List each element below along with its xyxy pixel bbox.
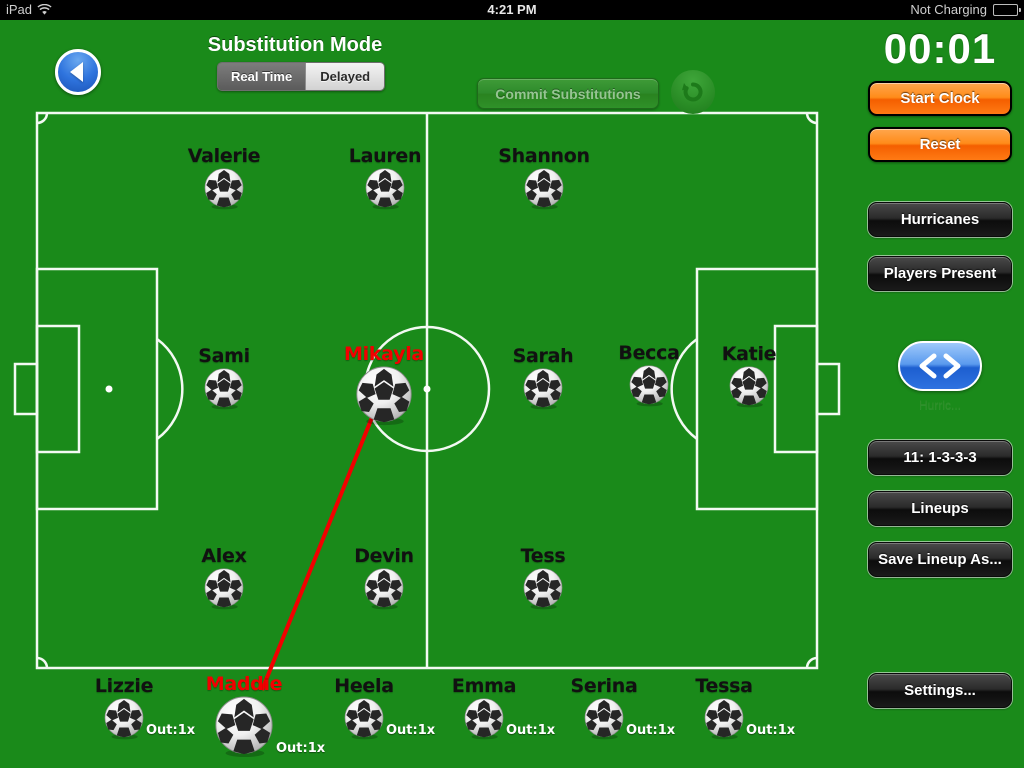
player-name-label: Alex: [201, 545, 247, 567]
soccer-field[interactable]: Valerie Lauren Shannon Sami Mikayla Sara…: [0, 106, 855, 768]
player-name-label: Serina: [570, 675, 638, 697]
field-player-token[interactable]: Shannon: [484, 146, 604, 215]
swap-caption-label: Hurric...: [919, 398, 961, 412]
player-name-label: Mikayla: [344, 343, 424, 365]
field-player-token[interactable]: Devin: [324, 546, 444, 615]
player-name-label: Valerie: [187, 145, 261, 167]
page-title: Substitution Mode: [207, 34, 383, 56]
field-player-token[interactable]: Lauren: [325, 146, 445, 215]
player-ball[interactable]: [203, 368, 245, 410]
soccer-ball-icon: [464, 698, 504, 740]
player-ball[interactable]: [364, 168, 406, 210]
player-ball[interactable]: [522, 368, 564, 410]
player-name-label: Katie: [721, 343, 777, 365]
segment-real-time[interactable]: Real Time: [218, 63, 306, 90]
player-ball[interactable]: [354, 366, 414, 426]
bench-player-token[interactable]: Tessa Out:1x: [664, 675, 795, 745]
field-player-token[interactable]: Sarah: [483, 346, 603, 415]
player-ball[interactable]: [203, 168, 245, 210]
field-player-token[interactable]: Mikayla: [324, 344, 444, 431]
soccer-ball-icon: [364, 568, 404, 610]
player-ball[interactable]: Out:1x: [213, 696, 325, 758]
team-name-button[interactable]: Hurricanes: [868, 202, 1012, 237]
player-ball[interactable]: Out:1x: [103, 698, 195, 740]
player-name-label: Sami: [198, 345, 250, 367]
out-count-label: Out:1x: [746, 723, 796, 738]
player-name-label: Lizzie: [94, 675, 154, 697]
player-name-label: Heela: [334, 675, 394, 697]
soccer-ball-icon: [524, 168, 564, 210]
soccer-ball-icon: [729, 366, 769, 408]
reset-button[interactable]: Reset: [868, 127, 1012, 162]
status-bar-right: Not Charging: [910, 0, 1021, 20]
player-ball[interactable]: Out:1x: [703, 698, 795, 740]
player-name-label: Maddie: [205, 673, 283, 695]
segment-delayed[interactable]: Delayed: [305, 63, 385, 90]
game-clock: 00:01: [883, 25, 997, 72]
left-right-arrows-icon: [919, 353, 961, 379]
bench-player-token[interactable]: Lizzie Out:1x: [64, 675, 195, 745]
soccer-ball-icon: [215, 696, 273, 758]
battery-status-label: Not Charging: [910, 2, 987, 17]
player-name-label: Lauren: [348, 145, 422, 167]
soccer-ball-icon: [344, 698, 384, 740]
player-name-label: Devin: [354, 545, 414, 567]
settings-button[interactable]: Settings...: [868, 673, 1012, 708]
field-player-token[interactable]: Tess: [483, 546, 603, 615]
player-name-label: Shannon: [498, 145, 590, 167]
substitution-mode-segmented-control[interactable]: Real Time Delayed: [217, 62, 386, 91]
player-ball[interactable]: [203, 568, 245, 610]
soccer-ball-icon: [204, 568, 244, 610]
bench-player-token[interactable]: Heela Out:1x: [304, 675, 435, 745]
save-lineup-as-button[interactable]: Save Lineup As...: [868, 542, 1012, 577]
status-bar-clock: 4:21 PM: [487, 2, 537, 17]
player-name-label: Sarah: [512, 345, 574, 367]
bench-player-token[interactable]: Maddie Out:1x: [184, 673, 325, 763]
undo-arrow-icon: [682, 82, 703, 102]
soccer-ball-icon: [356, 366, 412, 426]
undo-button[interactable]: [671, 70, 715, 114]
back-chevron-icon: [69, 62, 83, 82]
swap-sides-button[interactable]: [898, 341, 982, 391]
bench-player-token[interactable]: Serina Out:1x: [544, 675, 675, 745]
player-ball[interactable]: [363, 568, 405, 610]
soccer-ball-icon: [629, 365, 669, 407]
player-ball[interactable]: Out:1x: [343, 698, 435, 740]
bench-player-token[interactable]: Emma Out:1x: [424, 675, 555, 745]
field-player-token[interactable]: Katie: [689, 344, 809, 413]
formation-button[interactable]: 11: 1-3-3-3: [868, 440, 1012, 475]
player-name-label: Tess: [520, 545, 566, 567]
soccer-ball-icon: [704, 698, 744, 740]
soccer-ball-icon: [104, 698, 144, 740]
back-button[interactable]: [55, 49, 101, 95]
players-present-button[interactable]: Players Present: [868, 256, 1012, 291]
player-name-label: Tessa: [695, 675, 753, 697]
soccer-ball-icon: [204, 368, 244, 410]
player-ball[interactable]: [522, 568, 564, 610]
soccer-ball-icon: [204, 168, 244, 210]
player-ball[interactable]: Out:1x: [463, 698, 555, 740]
player-ball[interactable]: [523, 168, 565, 210]
soccer-ball-icon: [523, 368, 563, 410]
soccer-ball-icon: [523, 568, 563, 610]
field-player-token[interactable]: Valerie: [164, 146, 284, 215]
player-ball[interactable]: [628, 365, 670, 407]
start-clock-button[interactable]: Start Clock: [868, 81, 1012, 116]
battery-icon: [993, 4, 1021, 16]
soccer-ball-icon: [584, 698, 624, 740]
soccer-ball-icon: [365, 168, 405, 210]
field-player-token[interactable]: Alex: [164, 546, 284, 615]
player-ball[interactable]: [728, 366, 770, 408]
lineups-button[interactable]: Lineups: [868, 491, 1012, 526]
player-name-label: Emma: [451, 675, 517, 697]
commit-substitutions-button[interactable]: Commit Substitutions: [477, 78, 659, 109]
ios-status-bar: iPad 4:21 PM Not Charging: [0, 0, 1024, 20]
app-root: iPad 4:21 PM Not Charging Valerie Lauren…: [0, 0, 1024, 768]
player-ball[interactable]: Out:1x: [583, 698, 675, 740]
field-player-token[interactable]: Sami: [164, 346, 284, 415]
